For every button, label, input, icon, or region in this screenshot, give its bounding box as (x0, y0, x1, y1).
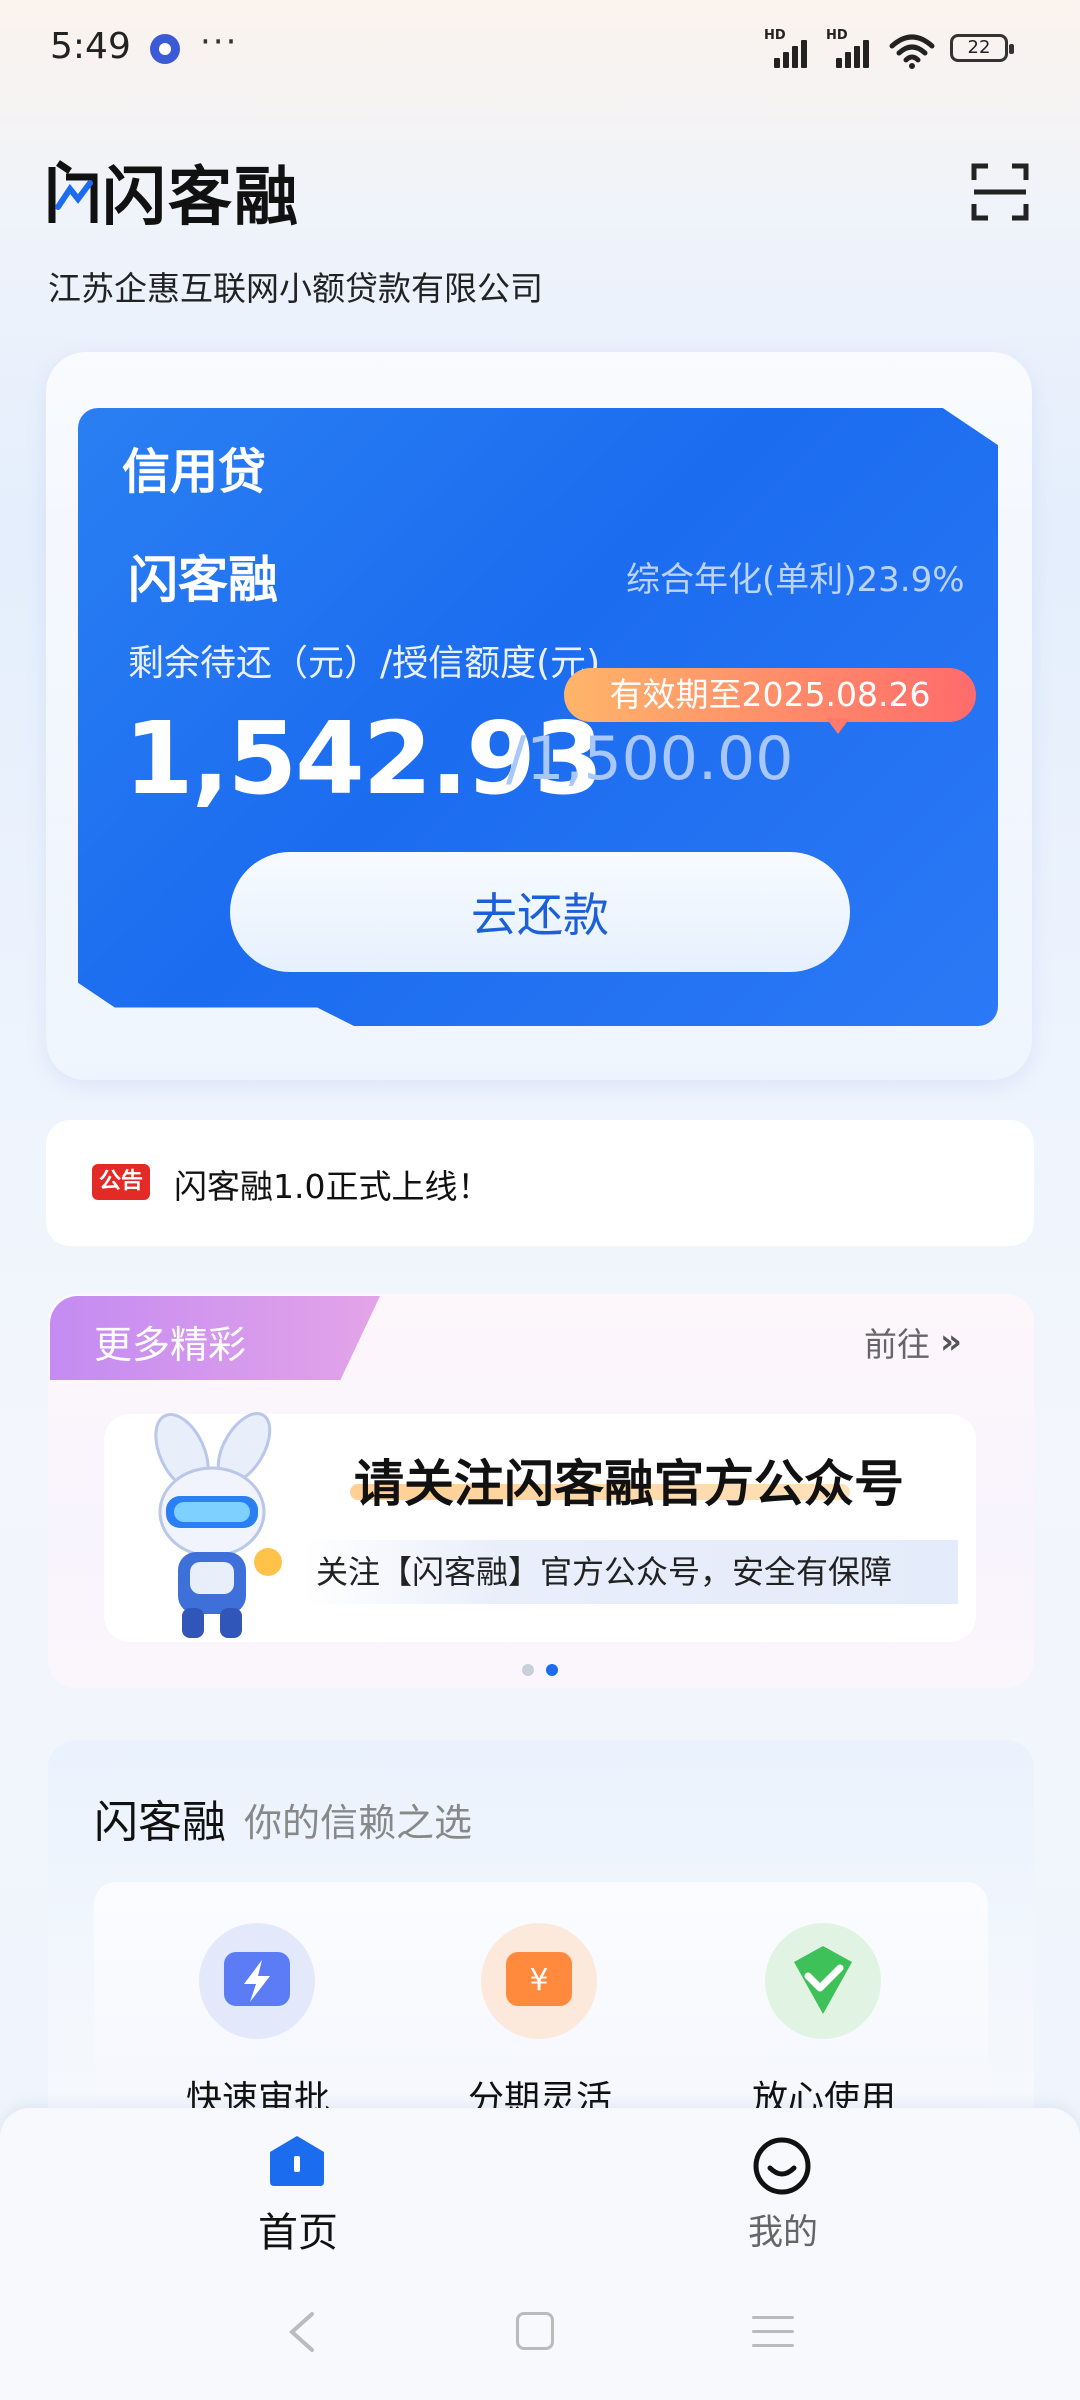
product-name: 闪客融 (128, 551, 278, 609)
notice-text[interactable]: 闪客融1.0正式上线！ (174, 1160, 490, 1208)
rabbit-mascot-icon (154, 1412, 282, 1638)
nav-me[interactable]: 我的 (748, 2204, 818, 2255)
check-shield-icon (765, 1923, 881, 2039)
scan-icon[interactable] (970, 162, 1030, 222)
svg-text:¥: ¥ (529, 1963, 548, 1998)
notice-badge: 公告 (92, 1164, 150, 1200)
credit-limit: /1,500.00 (506, 724, 794, 794)
system-home-icon[interactable] (516, 2312, 554, 2350)
nav-home[interactable]: 首页 (258, 2200, 338, 2258)
expiry-badge-tail (826, 718, 850, 734)
status-time: 5:49 (50, 26, 131, 67)
company-name: 江苏企惠互联网小额贷款有限公司 (48, 269, 543, 308)
app-logo: 闪客融 (44, 152, 300, 235)
app-name: 闪客融 (102, 161, 300, 235)
banner-title: 请关注闪客融官方公众号 (354, 1455, 904, 1513)
banner-subtitle: 关注【闪客融】官方公众号，安全有保障 (304, 1540, 958, 1604)
home-icon[interactable] (268, 2134, 326, 2188)
cell-signal-2-icon: HD (826, 28, 874, 68)
more-notifications-icon: ··· (200, 22, 239, 62)
trust-brand: 闪客融 (94, 1797, 226, 1848)
logo-mark-icon (48, 160, 98, 223)
credit-tag: 信用贷 (122, 444, 267, 500)
cell-signal-icon: HD (764, 28, 812, 68)
goto-link[interactable]: 前往 (864, 1318, 930, 1366)
double-chevron-right-icon[interactable]: » (940, 1322, 962, 1362)
lightning-icon (199, 1923, 315, 2039)
expiry-badge: 有效期至2025.08.26 (564, 668, 976, 722)
profile-icon[interactable] (752, 2136, 812, 2196)
carousel-dot-2[interactable] (546, 1664, 558, 1676)
app-notification-icon (150, 34, 180, 64)
yuan-icon: ¥ (481, 1923, 597, 2039)
trust-slogan: 你的信赖之选 (244, 1801, 473, 1845)
interest-rate: 综合年化(单利)23.9% (626, 560, 965, 600)
bottom-nav (0, 2108, 1080, 2400)
wifi-icon (889, 34, 935, 69)
back-icon[interactable] (284, 2310, 320, 2354)
more-title: 更多精彩 (94, 1323, 247, 1367)
recent-apps-icon[interactable] (752, 2316, 794, 2358)
remaining-label: 剩余待还（元）/授信额度(元) (128, 643, 601, 684)
repay-button[interactable]: 去还款 (230, 852, 850, 972)
carousel-dot-1[interactable] (522, 1664, 534, 1676)
battery-icon: 22 (950, 34, 1014, 62)
